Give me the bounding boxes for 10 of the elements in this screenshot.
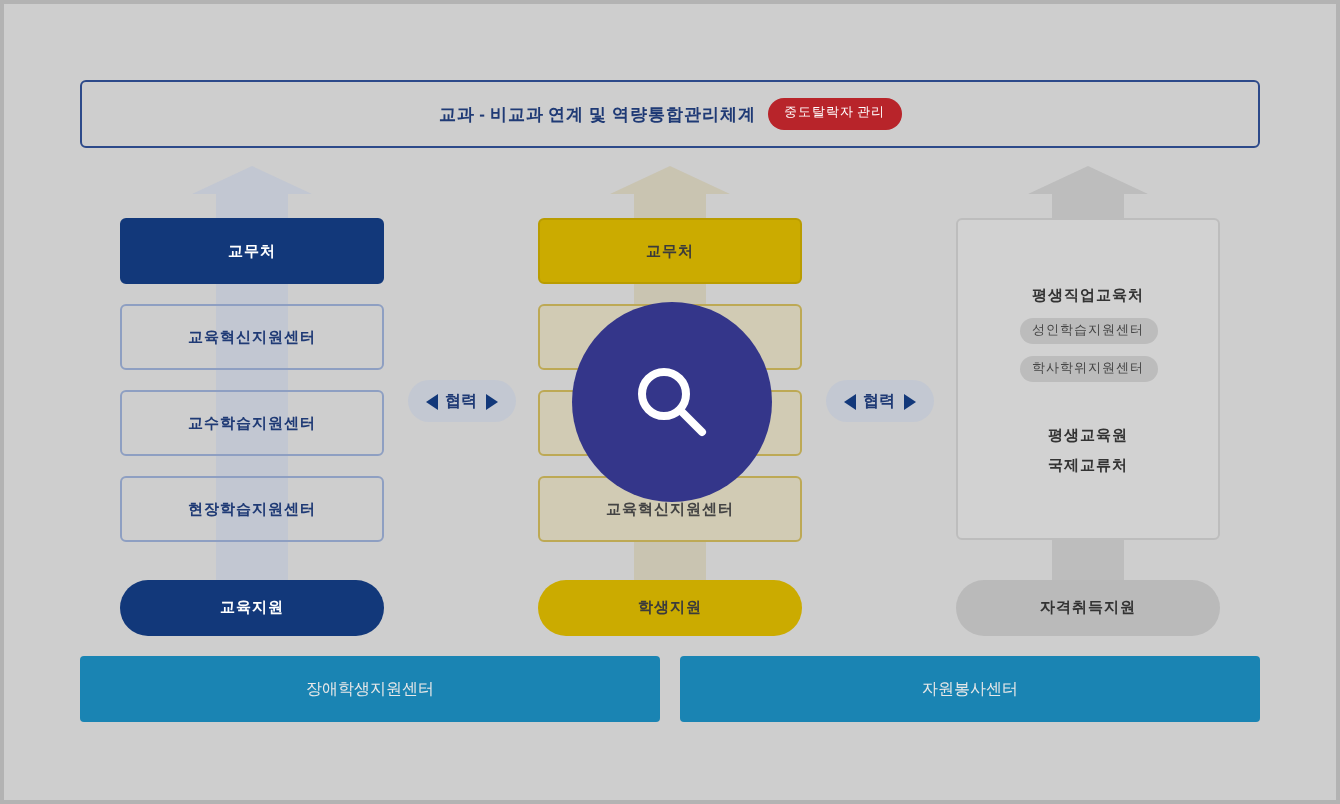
cooperation-text: 협력 [445,389,477,413]
center-bar: 장애학생지원센터 [80,656,660,722]
cooperation-text: 협력 [863,389,895,413]
left-triangle-icon [843,393,855,409]
right-triangle-icon [903,393,915,409]
center-bar: 자원봉사센터 [680,656,1260,722]
right-triangle-icon [485,393,497,409]
search-icon [636,366,708,438]
header-title: 교과 - 비교과 연계 및 역량통합관리체계 [438,101,756,127]
left-triangle-icon [425,393,437,409]
